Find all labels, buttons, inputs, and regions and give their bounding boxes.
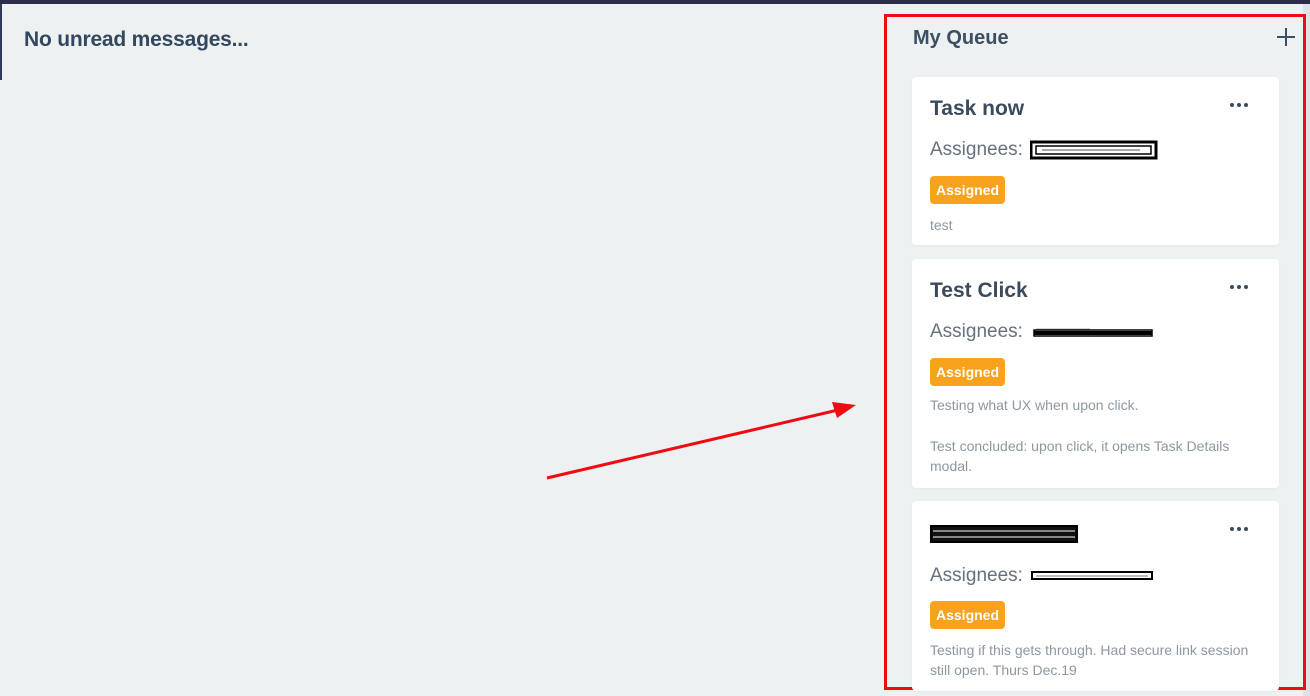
- messages-empty-title: No unread messages...: [24, 28, 249, 51]
- status-badge: Assigned: [930, 176, 1006, 204]
- redacted-assignee: [1030, 565, 1159, 587]
- task-card[interactable]: Assignees: Assigned Testing if this gets…: [912, 501, 1279, 691]
- assignees-row: Assignees:: [930, 321, 1159, 343]
- messages-panel: No unread messages...: [2, 4, 882, 696]
- assignees-label: Assignees:: [930, 139, 1023, 161]
- status-badge: Assigned: [930, 601, 1006, 629]
- plus-icon[interactable]: [1272, 23, 1300, 51]
- queue-title: My Queue: [913, 27, 1009, 49]
- assignees-label: Assignees:: [930, 565, 1023, 587]
- more-options-icon[interactable]: [1226, 277, 1252, 297]
- status-badge: Assigned: [930, 358, 1006, 386]
- assignees-row: Assignees:: [930, 139, 1159, 161]
- my-queue-panel: My Queue Task now Assignees: Assigned te…: [884, 14, 1306, 691]
- more-options-icon[interactable]: [1226, 519, 1252, 539]
- task-description: test: [930, 217, 953, 233]
- redacted-task-title: [930, 525, 1078, 543]
- task-description-continued: Test concluded: upon click, it opens Tas…: [930, 438, 1230, 474]
- redacted-assignee: [1030, 139, 1159, 161]
- task-card[interactable]: Task now Assignees: Assigned test: [912, 77, 1279, 245]
- task-card[interactable]: Test Click Assignees: Assigned Testing w…: [912, 259, 1279, 488]
- more-options-icon[interactable]: [1226, 95, 1252, 115]
- assignees-row: Assignees:: [930, 565, 1159, 587]
- task-title: Test Click: [930, 279, 1028, 302]
- task-title: Task now: [930, 97, 1025, 120]
- assignees-label: Assignees:: [930, 321, 1023, 343]
- redacted-assignee: [1030, 321, 1159, 343]
- task-description: Testing if this gets through. Had secure…: [930, 642, 1249, 678]
- task-description: Testing what UX when upon click.: [930, 397, 1139, 413]
